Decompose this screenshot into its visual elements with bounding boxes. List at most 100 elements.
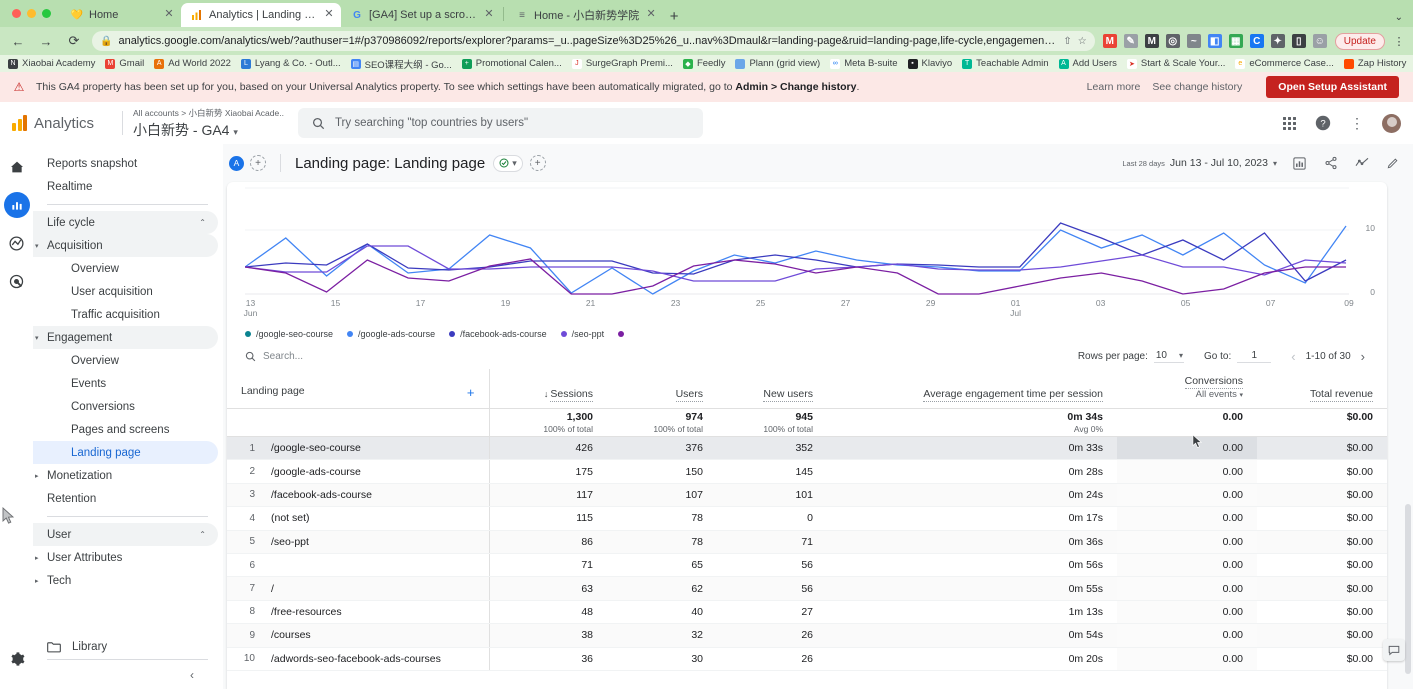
share-icon[interactable]: ⇧ (1063, 36, 1071, 47)
column-header-new-users[interactable]: New users (717, 369, 827, 409)
see-change-history-link[interactable]: See change history (1152, 81, 1242, 93)
feedback-button[interactable] (1383, 639, 1405, 661)
row-landing-page[interactable]: (not set) (261, 507, 489, 530)
advertising-icon[interactable] (4, 268, 30, 294)
forward-icon[interactable]: → (36, 31, 56, 51)
table-row[interactable]: 1 /google-seo-course 426 376 352 0m 33s … (227, 437, 1387, 460)
add-comparison-button[interactable]: + (250, 155, 266, 171)
bookmark-item[interactable]: ∞Meta B-suite (830, 58, 897, 69)
row-landing-page[interactable] (261, 553, 489, 576)
analytics-logo[interactable]: Analytics (12, 115, 112, 132)
row-landing-page[interactable]: /google-ads-course (261, 460, 489, 483)
sidebar-item-acquisition[interactable]: ▾Acquisition (33, 234, 218, 257)
add-dimension-icon[interactable]: + (467, 385, 475, 400)
bookmark-item[interactable]: ▤SEO课程大纲 - Go... (351, 57, 452, 71)
sidebar-item-pages-and-screens[interactable]: Pages and screens (33, 418, 218, 441)
legend-item[interactable]: /google-ads-course (347, 329, 435, 339)
table-row[interactable]: 9 /courses 38 32 26 0m 54s 0.00 $0.00 (227, 624, 1387, 647)
table-row[interactable]: 5 /seo-ppt 86 78 71 0m 36s 0.00 $0.00 (227, 530, 1387, 553)
bookmark-item[interactable]: MGmail (105, 58, 144, 69)
sidebar-item-traffic-acquisition[interactable]: Traffic acquisition (33, 303, 218, 326)
back-icon[interactable]: ← (8, 31, 28, 51)
row-landing-page[interactable]: /free-resources (261, 600, 489, 623)
share-icon[interactable] (1322, 155, 1339, 172)
column-header-users[interactable]: Users (607, 369, 717, 409)
table-row[interactable]: 8 /free-resources 48 40 27 1m 13s 0.00 $… (227, 600, 1387, 623)
insights-icon[interactable] (1291, 155, 1308, 172)
reports-icon[interactable] (4, 192, 30, 218)
column-header-sessions[interactable]: ↓Sessions (489, 369, 607, 409)
table-row[interactable]: 2 /google-ads-course 175 150 145 0m 28s … (227, 460, 1387, 483)
sidebar-item-acquisition-overview[interactable]: Overview (33, 257, 218, 280)
new-tab-button[interactable]: + (663, 5, 685, 27)
column-header-conversions[interactable]: Conversions All events ▾ (1117, 369, 1257, 409)
goto-page-input[interactable]: 1 (1237, 350, 1271, 363)
table-row[interactable]: 3 /facebook-ads-course 117 107 101 0m 24… (227, 483, 1387, 506)
table-row[interactable]: 7 / 63 62 56 0m 55s 0.00 $0.00 (227, 577, 1387, 600)
bookmark-star-icon[interactable]: ☆ (1078, 36, 1087, 47)
sidebar-item-monetization[interactable]: ▸Monetization (33, 464, 218, 487)
puzzle-extension-icon[interactable]: ✦ (1271, 34, 1285, 48)
table-row[interactable]: 6 71 65 56 0m 56s 0.00 $0.00 (227, 553, 1387, 576)
vertical-scrollbar[interactable] (1405, 504, 1411, 674)
browser-tab-3[interactable]: G [GA4] Set up a scroll conversio ✕ (341, 3, 501, 27)
sidebar-section-life-cycle[interactable]: Life cycle ⌃ (33, 211, 218, 234)
bookmark-item[interactable]: NXiaobai Academy (8, 58, 95, 69)
row-landing-page[interactable]: /seo-ppt (261, 530, 489, 553)
conversions-event-selector[interactable]: All events ▾ (1131, 389, 1243, 400)
column-header-avg-engagement-time[interactable]: Average engagement time per session (827, 369, 1117, 409)
tab-list-chevron-icon[interactable]: ⌄ (1395, 12, 1403, 23)
bookmark-item[interactable]: JSurgeGraph Premi... (572, 58, 673, 69)
update-button[interactable]: Update (1335, 33, 1385, 50)
column-header-landing-page[interactable]: Landing page + (227, 369, 489, 409)
rows-per-page-select[interactable]: 10 ▾ (1154, 350, 1184, 363)
browser-tab-1[interactable]: 💛 Home ✕ (61, 3, 181, 27)
gear-icon[interactable] (0, 651, 33, 667)
row-landing-page[interactable]: / (261, 577, 489, 600)
explore-icon[interactable] (4, 230, 30, 256)
collapse-nav-button[interactable]: ‹ (47, 659, 208, 689)
sidebar-item-conversions[interactable]: Conversions (33, 395, 218, 418)
sidebar-item-events[interactable]: Events (33, 372, 218, 395)
bookmark-item[interactable]: ➤Start & Scale Your... (1127, 58, 1226, 69)
m-extension-icon[interactable]: M (1145, 34, 1159, 48)
cloud-extension-icon[interactable]: ~ (1187, 34, 1201, 48)
sidebar-item-user-attributes[interactable]: ▸User Attributes (33, 546, 218, 569)
table-search-input[interactable]: Search... (245, 351, 303, 362)
sidebar-item-user-acquisition[interactable]: User acquisition (33, 280, 218, 303)
home-icon[interactable] (4, 154, 30, 180)
green-extension-icon[interactable]: ▦ (1229, 34, 1243, 48)
help-icon[interactable]: ? (1314, 114, 1332, 132)
close-tab-icon[interactable]: ✕ (323, 9, 335, 21)
bookmark-item[interactable]: AAdd Users (1059, 58, 1117, 69)
open-setup-assistant-button[interactable]: Open Setup Assistant (1266, 76, 1399, 98)
sidebar-item-engagement-overview[interactable]: Overview (33, 349, 218, 372)
profile-switch-icon[interactable]: ☺ (1313, 34, 1327, 48)
edit-icon[interactable] (1384, 155, 1401, 172)
browser-menu-icon[interactable]: ⋮ (1393, 35, 1405, 48)
audience-badge[interactable]: A (229, 156, 244, 171)
bookmark-item[interactable]: Plann (grid view) (735, 58, 820, 69)
gmail-extension-icon[interactable]: M (1103, 34, 1117, 48)
close-tab-icon[interactable]: ✕ (645, 9, 657, 21)
legend-item[interactable]: /seo-ppt (561, 329, 605, 339)
sidebar-item-library[interactable]: Library (33, 635, 222, 659)
compare-icon[interactable] (1353, 155, 1370, 172)
reload-icon[interactable]: ⟳ (64, 31, 84, 51)
add-filter-button[interactable]: + (530, 155, 546, 171)
next-page-button[interactable]: › (1357, 349, 1369, 364)
property-selector[interactable]: All accounts > 小白新势 Xiaobai Acade.. 小白新势… (133, 107, 284, 140)
table-row[interactable]: 4 (not set) 115 78 0 0m 17s 0.00 $0.00 (227, 507, 1387, 530)
minimize-window-button[interactable] (27, 9, 36, 18)
bookmark-item[interactable]: eeCommerce Case... (1235, 58, 1333, 69)
row-landing-page[interactable]: /courses (261, 624, 489, 647)
sidebar-item-reports-snapshot[interactable]: Reports snapshot (33, 152, 218, 175)
pen-extension-icon[interactable]: ✎ (1124, 34, 1138, 48)
bookmark-item[interactable]: ◆Feedly (683, 58, 726, 69)
close-tab-icon[interactable]: ✕ (483, 9, 495, 21)
bookmark-item[interactable]: AAd World 2022 (154, 58, 231, 69)
bookmark-item[interactable]: TTeachable Admin (962, 58, 1048, 69)
messenger-extension-icon[interactable]: C (1250, 34, 1264, 48)
sidebar-item-retention[interactable]: Retention (33, 487, 218, 510)
bookmark-item[interactable]: +Promotional Calen... (462, 58, 562, 69)
